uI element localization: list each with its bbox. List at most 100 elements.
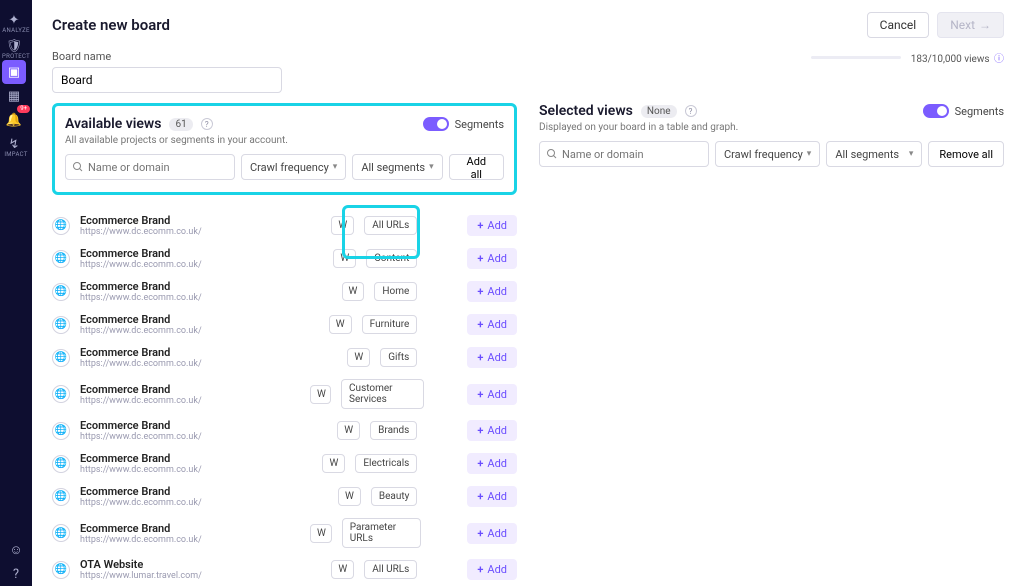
segment-tag: All URLs — [364, 560, 417, 579]
project-url: https://www.dc.ecomm.co.uk/ — [80, 432, 290, 442]
globe-icon: 🌐 — [52, 250, 70, 268]
add-button[interactable]: +Add — [467, 453, 517, 474]
selected-search[interactable] — [539, 141, 709, 167]
list-item: 🌐Ecommerce Brandhttps://www.dc.ecomm.co.… — [52, 513, 517, 553]
search-icon — [546, 148, 558, 160]
crawl-frequency-select-2[interactable]: Crawl frequency▾ — [715, 141, 820, 167]
project-name: Ecommerce Brand — [80, 419, 290, 432]
globe-icon: 🌐 — [52, 217, 70, 235]
nav-item[interactable]: ▣ — [2, 60, 26, 84]
available-count: 61 — [169, 118, 192, 131]
segments-label: Segments — [955, 105, 1004, 118]
globe-icon: 🌐 — [52, 488, 70, 506]
add-button[interactable]: +Add — [467, 559, 517, 580]
add-button[interactable]: +Add — [467, 523, 517, 544]
add-all-button[interactable]: Add all — [449, 154, 504, 180]
segment-tag: Furniture — [362, 315, 418, 334]
project-url: https://www.dc.ecomm.co.uk/ — [80, 465, 290, 475]
available-views-panel: Available views 61 ? Segments All availa… — [52, 103, 517, 195]
segment-tag: Parameter URLs — [342, 518, 421, 548]
available-search-input[interactable] — [84, 161, 228, 174]
add-button[interactable]: +Add — [467, 384, 517, 405]
segments-toggle-available[interactable] — [423, 117, 449, 131]
segment-tag: Brands — [370, 421, 417, 440]
project-url: https://www.dc.ecomm.co.uk/ — [80, 260, 290, 270]
segment-tag: Electricals — [355, 454, 417, 473]
add-button[interactable]: +Add — [467, 486, 517, 507]
segment-tag: Beauty — [371, 487, 418, 506]
project-url: https://www.lumar.travel.com/ — [80, 571, 290, 581]
plus-icon: + — [477, 527, 483, 540]
next-button[interactable]: Next→ — [937, 12, 1004, 38]
project-url: https://www.dc.ecomm.co.uk/ — [80, 326, 290, 336]
notification-badge: 9+ — [17, 105, 30, 113]
globe-icon: 🌐 — [52, 422, 70, 440]
plus-icon: + — [477, 490, 483, 503]
nav-item[interactable]: ↯ — [2, 132, 26, 156]
segment-tag: Content — [366, 249, 417, 268]
plus-icon: + — [477, 424, 483, 437]
segment-tag: All URLs — [364, 216, 417, 235]
project-name: Ecommerce Brand — [80, 522, 290, 535]
crawl-freq-tag: W — [331, 560, 354, 579]
crawl-freq-tag: W — [337, 421, 360, 440]
available-sub: All available projects or segments in yo… — [65, 135, 504, 146]
add-button[interactable]: +Add — [467, 215, 517, 236]
list-item: 🌐Ecommerce Brandhttps://www.dc.ecomm.co.… — [52, 242, 517, 275]
add-button[interactable]: +Add — [467, 347, 517, 368]
list-item: 🌐Ecommerce Brandhttps://www.dc.ecomm.co.… — [52, 341, 517, 374]
nav-item[interactable]: 🛡 — [2, 34, 26, 58]
info-icon: ⓘ — [994, 54, 1004, 65]
project-name: OTA Website — [80, 558, 290, 571]
globe-icon: 🌐 — [52, 455, 70, 473]
crawl-freq-tag: W — [347, 348, 370, 367]
remove-all-button[interactable]: Remove all — [928, 141, 1004, 167]
crawl-freq-tag: W — [331, 216, 354, 235]
list-item: 🌐Ecommerce Brandhttps://www.dc.ecomm.co.… — [52, 480, 517, 513]
nav-item[interactable]: ☺ — [4, 538, 28, 562]
plus-icon: + — [477, 351, 483, 364]
project-name: Ecommerce Brand — [80, 280, 290, 293]
selected-sub: Displayed on your board in a table and g… — [539, 122, 1004, 133]
help-icon[interactable]: ? — [685, 105, 697, 117]
chevron-down-icon: ▾ — [333, 162, 338, 172]
add-button[interactable]: +Add — [467, 314, 517, 335]
segments-toggle-selected[interactable] — [923, 104, 949, 118]
plus-icon: + — [477, 388, 483, 401]
crawl-freq-tag: W — [338, 487, 361, 506]
crawl-freq-tag: W — [329, 315, 352, 334]
views-count: 183/10,000 views ⓘ — [911, 50, 1004, 65]
crawl-freq-tag: W — [322, 454, 345, 473]
project-url: https://www.dc.ecomm.co.uk/ — [80, 293, 290, 303]
crawl-frequency-select[interactable]: Crawl frequency▾ — [241, 154, 346, 180]
segment-tag: Gifts — [380, 348, 417, 367]
list-item: 🌐 Ecommerce Brandhttps://www.dc.ecomm.co.… — [52, 275, 517, 308]
segment-tag: Home — [374, 282, 417, 301]
add-button[interactable]: +Add — [467, 281, 517, 302]
all-segments-select-2[interactable]: All segments▾ — [826, 141, 922, 167]
selected-search-input[interactable] — [558, 148, 702, 161]
list-item: 🌐Ecommerce Brandhttps://www.dc.ecomm.co.… — [52, 447, 517, 480]
project-name: Ecommerce Brand — [80, 214, 290, 227]
all-segments-select[interactable]: All segments▾ — [352, 154, 442, 180]
chevron-down-icon: ▾ — [807, 149, 812, 159]
project-url: https://www.dc.ecomm.co.uk/ — [80, 535, 290, 545]
board-name-input[interactable] — [52, 67, 282, 93]
crawl-freq-tag: W — [342, 282, 365, 301]
available-search[interactable] — [65, 154, 235, 180]
nav-item[interactable]: ✦ — [2, 8, 26, 32]
add-button[interactable]: +Add — [467, 420, 517, 441]
selected-title: Selected views — [539, 103, 633, 119]
cancel-button[interactable]: Cancel — [867, 12, 930, 38]
nav-item[interactable]: 🔔9+ — [2, 108, 26, 132]
project-name: Ecommerce Brand — [80, 313, 290, 326]
globe-icon: 🌐 — [52, 283, 70, 301]
help-icon[interactable]: ? — [201, 118, 213, 130]
project-name: Ecommerce Brand — [80, 383, 290, 396]
nav-item[interactable]: ? — [4, 562, 28, 586]
plus-icon: + — [477, 285, 483, 298]
list-item: 🌐Ecommerce Brandhttps://www.dc.ecomm.co.… — [52, 308, 517, 341]
add-button[interactable]: +Add — [467, 248, 517, 269]
segment-tag: Customer Services — [341, 379, 423, 409]
project-name: Ecommerce Brand — [80, 346, 290, 359]
